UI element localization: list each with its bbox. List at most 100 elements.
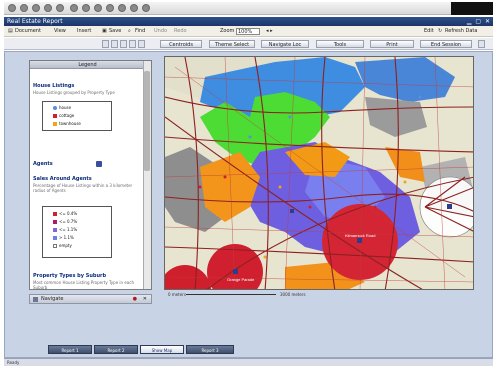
map-view[interactable]: Kilmarnock Road Grange Parade xyxy=(164,56,474,290)
menu-refresh-data[interactable]: Refresh Data xyxy=(445,26,477,37)
legend-swatch xyxy=(53,212,57,216)
legend-swatch xyxy=(53,236,57,240)
tab-report-2[interactable]: Report 2 xyxy=(94,345,138,354)
refresh-icon[interactable] xyxy=(44,4,52,12)
select-icon[interactable] xyxy=(129,40,136,48)
legend-item: <= 1.1% xyxy=(53,227,77,232)
help-icon[interactable] xyxy=(478,40,485,48)
menu-edit[interactable]: Edit xyxy=(424,26,434,37)
refresh-data-icon[interactable]: ↻ xyxy=(438,26,442,37)
legend-scrollbar[interactable] xyxy=(143,61,151,289)
scale-line xyxy=(186,294,276,295)
listing-marker xyxy=(403,180,407,184)
legend-item: townhouse xyxy=(53,121,81,126)
tools-button[interactable]: Tools xyxy=(316,40,364,48)
forward-icon[interactable] xyxy=(20,4,28,12)
pan-icon[interactable] xyxy=(120,40,127,48)
status-bar: Ready xyxy=(4,358,493,366)
menu-redo[interactable]: Redo xyxy=(174,26,187,37)
scale-end-label: 3000 meters xyxy=(280,292,306,297)
menu-find[interactable]: Find xyxy=(135,26,145,37)
legend-item: <= 0.4% xyxy=(53,211,77,216)
map-toolbar: Centroids Theme Select Navigate Loc Tool… xyxy=(4,38,493,50)
menu-view[interactable]: View xyxy=(54,26,66,37)
listing-marker xyxy=(338,180,342,184)
agent-icon xyxy=(96,161,102,167)
listing-marker xyxy=(198,185,202,189)
edit-icon[interactable] xyxy=(130,4,138,12)
property-types-description: Most common House Listing Property Type … xyxy=(33,280,134,290)
legend-panel: Legend House Listings House Listings gro… xyxy=(29,60,152,290)
sales-key: <= 0.4% <= 0.7% <= 1.1% > 1.1% empty xyxy=(42,206,112,258)
agent-marker[interactable] xyxy=(233,269,238,274)
property-types-heading: Property Types by Suburb xyxy=(33,273,107,279)
listing-marker xyxy=(373,205,377,209)
menu-bar: ▤ Document View Insert ▣ Save ⌕ Find Und… xyxy=(4,26,493,37)
navigator-label: Navigate xyxy=(41,296,64,302)
discuss-icon[interactable] xyxy=(142,4,150,12)
end-session-button[interactable]: End Session xyxy=(420,40,472,48)
legend-item: cottage xyxy=(53,113,74,118)
app-window: Real Estate Report ▁ ▢ ✕ ▤ Document View… xyxy=(0,0,497,374)
sales-heading: Sales Around Agents xyxy=(33,176,92,182)
centroids-button[interactable]: Centroids xyxy=(160,40,202,48)
listing-marker xyxy=(223,175,227,179)
agent-marker[interactable] xyxy=(447,204,452,209)
house-listings-description: House Listings grouped by Property Type xyxy=(33,90,115,95)
listing-marker xyxy=(418,95,422,99)
mail-icon[interactable] xyxy=(106,4,114,12)
back-icon[interactable] xyxy=(8,4,16,12)
legend-item: empty xyxy=(53,243,72,248)
find-icon[interactable]: ⌕ xyxy=(128,26,131,37)
legend-swatch xyxy=(53,228,57,232)
tab-show-map[interactable]: Show Map xyxy=(140,345,184,354)
zoom-stepper-icon[interactable]: ◂ ▸ xyxy=(266,26,273,37)
zoom-out-icon[interactable] xyxy=(111,40,118,48)
agent-marker[interactable] xyxy=(290,209,294,213)
print-button[interactable]: Print xyxy=(370,40,414,48)
navigator-pin-icon[interactable]: ● xyxy=(133,295,137,304)
map-canvas[interactable]: Kilmarnock Road Grange Parade xyxy=(165,57,474,290)
navigate-icon xyxy=(33,297,38,302)
zoom-in-icon[interactable] xyxy=(102,40,109,48)
tab-report-3[interactable]: Report 3 xyxy=(186,345,234,354)
navigate-location-button[interactable]: Navigate Loc xyxy=(261,40,309,48)
listing-marker xyxy=(263,255,267,259)
menu-document[interactable]: Document xyxy=(15,26,41,37)
listing-marker xyxy=(278,185,282,189)
save-icon[interactable]: ▣ xyxy=(102,26,107,37)
identify-icon[interactable] xyxy=(138,40,145,48)
document-icon[interactable]: ▤ xyxy=(8,26,13,37)
menu-undo[interactable]: Undo xyxy=(154,26,167,37)
scale-start-label: 0 meters xyxy=(168,292,186,297)
house-listings-key: house cottage townhouse xyxy=(42,101,112,131)
agent-label: Grange Parade xyxy=(227,277,255,282)
legend-swatch xyxy=(53,114,57,118)
favorites-icon[interactable] xyxy=(82,4,90,12)
legend-scroll-thumb[interactable] xyxy=(144,71,150,171)
title-bar: Real Estate Report ▁ ▢ ✕ xyxy=(4,17,493,26)
map-scale-bar: 0 meters 3000 meters xyxy=(164,291,474,299)
legend-item: <= 0.7% xyxy=(53,219,77,224)
legend-swatch xyxy=(53,106,57,110)
history-icon[interactable] xyxy=(94,4,102,12)
menu-save[interactable]: Save xyxy=(109,26,121,37)
zoom-label: Zoom xyxy=(220,28,235,34)
navigator-close-icon[interactable]: ✕ xyxy=(143,295,147,304)
legend-swatch xyxy=(53,122,57,126)
search-icon[interactable] xyxy=(70,4,78,12)
legend-swatch xyxy=(53,244,57,248)
print-icon[interactable] xyxy=(118,4,126,12)
theme-select-button[interactable]: Theme Select xyxy=(209,40,255,48)
legend-item: house xyxy=(53,105,71,110)
zoom-select[interactable]: 100% xyxy=(236,28,260,35)
brand-logo xyxy=(451,2,493,15)
home-icon[interactable] xyxy=(56,4,64,12)
agent-marker[interactable] xyxy=(357,238,362,243)
stop-icon[interactable] xyxy=(32,4,40,12)
window-controls[interactable]: ▁ ▢ ✕ xyxy=(467,18,491,25)
tab-report-1[interactable]: Report 1 xyxy=(48,345,92,354)
listing-marker xyxy=(288,115,292,119)
report-tabs: Report 1 Report 2 Show Map Report 3 xyxy=(48,345,244,354)
menu-insert[interactable]: Insert xyxy=(77,26,91,37)
